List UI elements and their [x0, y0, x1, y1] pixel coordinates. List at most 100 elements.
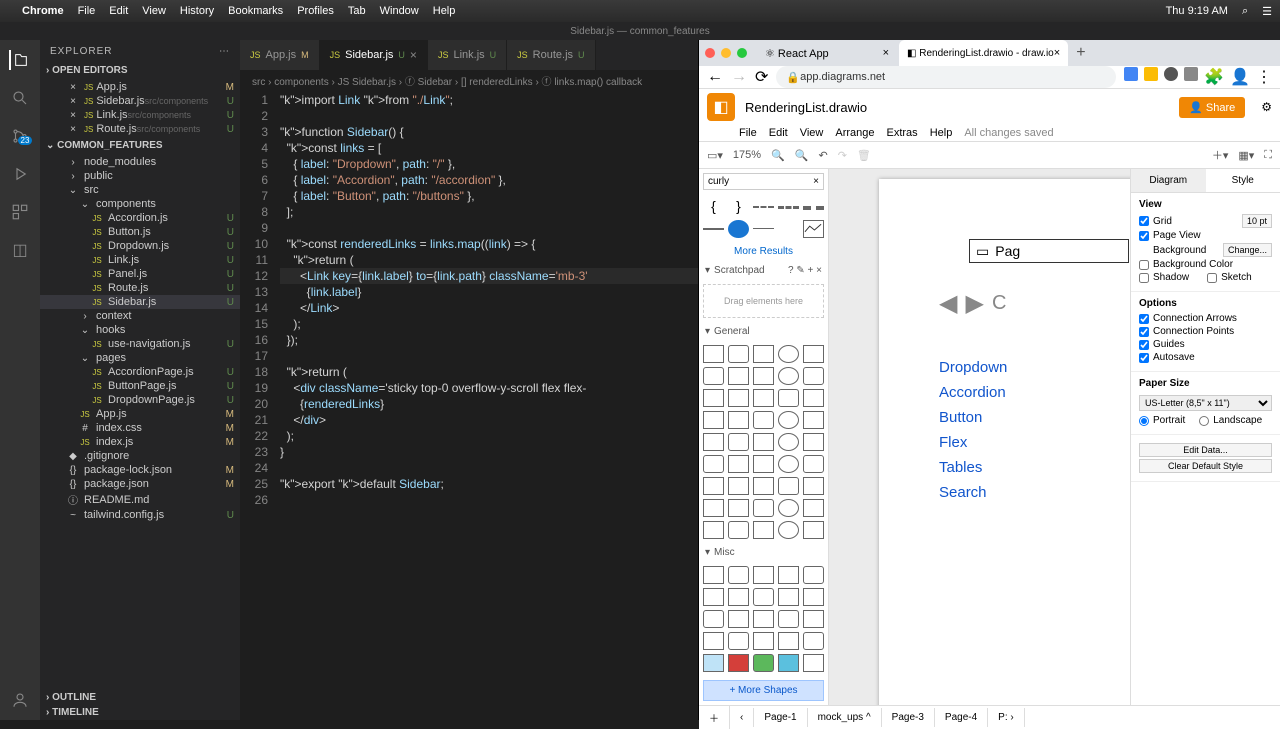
shape[interactable] [703, 389, 724, 407]
app-name[interactable]: Chrome [22, 5, 64, 17]
shape[interactable] [803, 455, 824, 473]
sketch-checkbox[interactable] [1207, 273, 1217, 283]
shape[interactable] [703, 588, 724, 606]
shape[interactable] [753, 499, 774, 517]
back-icon[interactable]: ← [707, 68, 723, 86]
open-editor-item[interactable]: ×JSLink.js src/componentsU [40, 108, 240, 122]
extensions-icon[interactable] [10, 202, 30, 222]
fullscreen-icon[interactable]: ⛶ [1264, 149, 1272, 162]
browser-tab[interactable]: ◧ RenderingList.drawio - draw.io× [899, 40, 1068, 66]
extension-icon[interactable] [1124, 67, 1138, 81]
general-header[interactable]: ▾ General [699, 322, 828, 341]
shape[interactable] [753, 389, 774, 407]
tree-item[interactable]: #index.cssM [40, 421, 240, 435]
delete-icon[interactable]: 🗑 [857, 149, 871, 162]
control-center-icon[interactable]: ☰ [1262, 5, 1272, 18]
page-icon[interactable]: ▭▾ [707, 149, 723, 162]
doc-title[interactable]: RenderingList.drawio [745, 100, 867, 115]
outline-header[interactable]: › OUTLINE [40, 690, 240, 705]
shape[interactable] [728, 632, 749, 650]
shape[interactable] [803, 433, 824, 451]
reload-icon[interactable]: ⟳ [755, 67, 768, 87]
shape[interactable] [753, 632, 774, 650]
shape[interactable] [728, 367, 749, 385]
shape[interactable] [703, 654, 724, 672]
redo-icon[interactable]: ↷ [838, 149, 847, 162]
close-icon[interactable]: × [1054, 47, 1060, 59]
tree-item[interactable]: ⌄src [40, 183, 240, 197]
shape[interactable] [778, 433, 799, 451]
shape[interactable] [728, 566, 749, 584]
add-page-icon[interactable]: ＋ [699, 706, 730, 729]
shape[interactable] [778, 477, 799, 495]
tree-item[interactable]: JSApp.jsM [40, 407, 240, 421]
tree-item[interactable]: JSDropdown.jsU [40, 239, 240, 253]
shape[interactable] [778, 345, 799, 363]
tree-item[interactable]: ⓘREADME.md [40, 491, 240, 508]
open-editor-item[interactable]: ×JSSidebar.js src/componentsU [40, 94, 240, 108]
shape[interactable] [778, 632, 799, 650]
timeline-header[interactable]: › TIMELINE [40, 705, 240, 720]
more-shapes-button[interactable]: + More Shapes [703, 680, 824, 701]
zoom-in-icon[interactable]: 🔍 [771, 149, 785, 162]
shape[interactable] [753, 654, 774, 672]
shape[interactable] [753, 411, 774, 429]
shape[interactable] [728, 521, 749, 539]
project-header[interactable]: ⌄ COMMON_FEATURES [40, 138, 240, 153]
shape[interactable] [778, 455, 799, 473]
shape[interactable] [753, 521, 774, 539]
zoom-out-icon[interactable]: 🔍 [795, 149, 809, 162]
shape[interactable] [703, 411, 724, 429]
shape[interactable] [778, 566, 799, 584]
shape[interactable] [703, 455, 724, 473]
share-button[interactable]: 👤 Share [1179, 97, 1245, 118]
shape[interactable] [803, 345, 824, 363]
tree-item[interactable]: {}package-lock.jsonM [40, 463, 240, 477]
shape[interactable] [753, 477, 774, 495]
shape[interactable] [728, 455, 749, 473]
tree-item[interactable]: ◆.gitignore [40, 449, 240, 463]
shape[interactable] [728, 389, 749, 407]
shape[interactable] [703, 477, 724, 495]
shape-search[interactable]: curly [708, 176, 729, 187]
tree-item[interactable]: ›context [40, 309, 240, 323]
shape[interactable] [753, 367, 774, 385]
search-icon[interactable]: ⌕ [1242, 5, 1248, 18]
editor-tab[interactable]: JSRoute.js U [507, 40, 595, 70]
shape[interactable] [703, 345, 724, 363]
shape[interactable] [778, 389, 799, 407]
shape[interactable] [728, 610, 749, 628]
tree-item[interactable]: ⌄hooks [40, 323, 240, 337]
tree-item[interactable]: JSindex.jsM [40, 435, 240, 449]
clear-icon[interactable]: × [813, 176, 819, 187]
editor-tab[interactable]: JSApp.js M [240, 40, 320, 70]
shape[interactable] [778, 499, 799, 517]
tree-item[interactable]: {}package.jsonM [40, 477, 240, 491]
shape[interactable] [803, 521, 824, 539]
tree-item[interactable]: ›public [40, 169, 240, 183]
tree-item[interactable]: ⌄components [40, 197, 240, 211]
forward-icon[interactable]: → [731, 68, 747, 86]
wireframe-header[interactable]: ▭ Pag [969, 239, 1129, 263]
tree-item[interactable]: JSRoute.jsU [40, 281, 240, 295]
shape[interactable] [728, 433, 749, 451]
shape[interactable] [703, 632, 724, 650]
tab-style[interactable]: Style [1206, 169, 1280, 192]
extension-icon[interactable] [1164, 67, 1178, 81]
tree-item[interactable]: JSButtonPage.jsU [40, 379, 240, 393]
shape[interactable] [728, 477, 749, 495]
grid-checkbox[interactable] [1139, 216, 1149, 226]
browser-tab[interactable]: ⚛ React App× [757, 40, 897, 66]
more-results-link[interactable]: More Results [699, 242, 828, 261]
extension-icon[interactable] [1144, 67, 1158, 81]
shape[interactable] [778, 610, 799, 628]
extension-icon[interactable] [1184, 67, 1198, 81]
shape[interactable] [703, 499, 724, 517]
shape[interactable] [778, 588, 799, 606]
page-menu-icon[interactable]: ‹ [730, 708, 754, 727]
tree-item[interactable]: ⌄pages [40, 351, 240, 365]
debug-icon[interactable] [10, 164, 30, 184]
explorer-icon[interactable] [9, 50, 29, 70]
shape[interactable] [753, 433, 774, 451]
shape[interactable] [728, 345, 749, 363]
